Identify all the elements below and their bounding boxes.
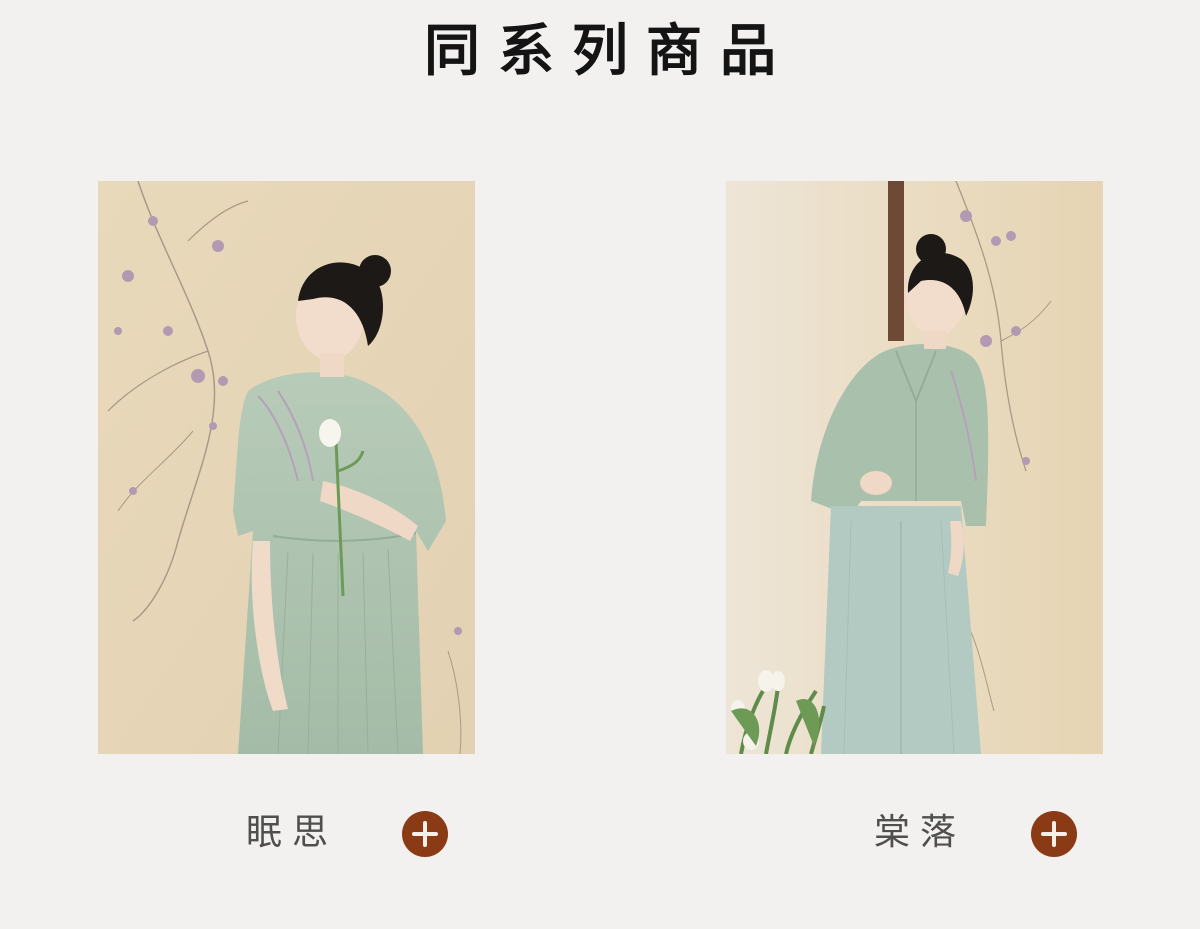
product-name-1[interactable]: 眠思 — [246, 811, 338, 854]
plus-circle-icon[interactable] — [402, 811, 448, 857]
product-card-2-image[interactable] — [726, 181, 1103, 754]
section-title: 同系列商品 — [424, 18, 794, 84]
plus-circle-icon[interactable] — [1031, 811, 1077, 857]
product-name-2[interactable]: 棠落 — [874, 811, 966, 854]
related-products-section: 同系列商品 眠思 棠落 — [0, 0, 1200, 929]
model-green-embroidered-dress-image — [98, 181, 475, 754]
product-card-1-image[interactable] — [98, 181, 475, 754]
model-green-shirt-and-pants-image — [726, 181, 1103, 754]
